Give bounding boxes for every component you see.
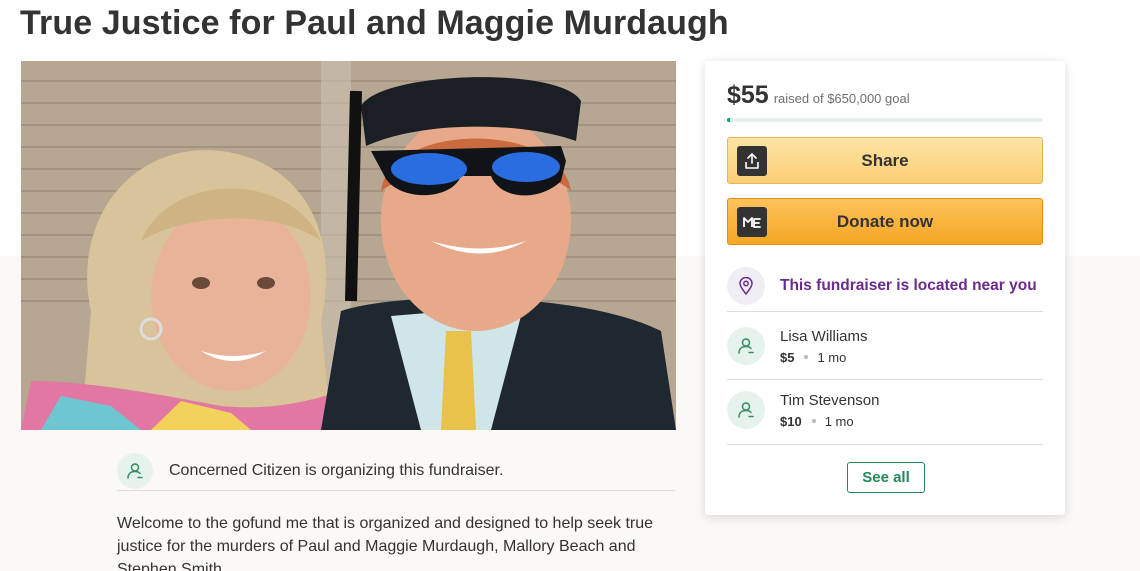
donor-avatar: [727, 327, 765, 365]
donation-panel: $55 raised of $650,000 goal Share Donate…: [705, 61, 1065, 515]
nearby-notice: This fundraiser is located near you: [727, 260, 1043, 312]
donor-amount: $5: [780, 349, 795, 365]
nearby-text: This fundraiser is located near you: [780, 277, 1037, 294]
organizer-text: Concerned Citizen is organizing this fun…: [169, 461, 504, 479]
donor-name: Lisa Williams: [780, 327, 868, 345]
share-button[interactable]: Share: [727, 137, 1043, 184]
share-button-label: Share: [861, 150, 909, 170]
donor-avatar: [727, 391, 765, 429]
divider: [727, 379, 1043, 380]
fundraiser-photo: [21, 61, 676, 430]
donate-button[interactable]: Donate now: [727, 198, 1043, 245]
progress-bar: [727, 118, 1043, 122]
organizer-row: Concerned Citizen is organizing this fun…: [117, 451, 675, 491]
goal-text: raised of $650,000 goal: [773, 91, 910, 106]
donor-time: 1 mo: [824, 413, 854, 429]
donor-item: Tim Stevenson $10 1 mo: [727, 385, 1043, 435]
organizer-avatar: [117, 452, 153, 489]
donor-item: Lisa Williams $5 1 mo: [727, 321, 1043, 371]
see-all-button[interactable]: See all: [847, 462, 925, 493]
raised-summary: $55 raised of $650,000 goal: [727, 81, 910, 110]
location-pin-icon: [727, 267, 765, 305]
progress-bar-fill: [727, 118, 731, 122]
person-icon: [738, 402, 754, 418]
person-icon: [738, 338, 754, 354]
person-icon: [127, 462, 143, 479]
separator-dot: [811, 419, 816, 423]
separator-dot: [804, 355, 809, 359]
story-text: Welcome to the gofund me that is organiz…: [117, 515, 654, 571]
divider: [727, 311, 1043, 312]
share-upload-icon: [737, 146, 767, 176]
donor-name: Tim Stevenson: [780, 391, 880, 409]
divider: [727, 444, 1043, 445]
raised-amount: $55: [727, 81, 769, 109]
page-title: True Justice for Paul and Maggie Murdaug…: [20, 4, 729, 42]
donor-amount: $10: [780, 413, 802, 429]
donor-time: 1 mo: [817, 349, 847, 365]
gofundme-logo-icon: [737, 207, 767, 237]
donate-button-label: Donate now: [836, 211, 934, 231]
